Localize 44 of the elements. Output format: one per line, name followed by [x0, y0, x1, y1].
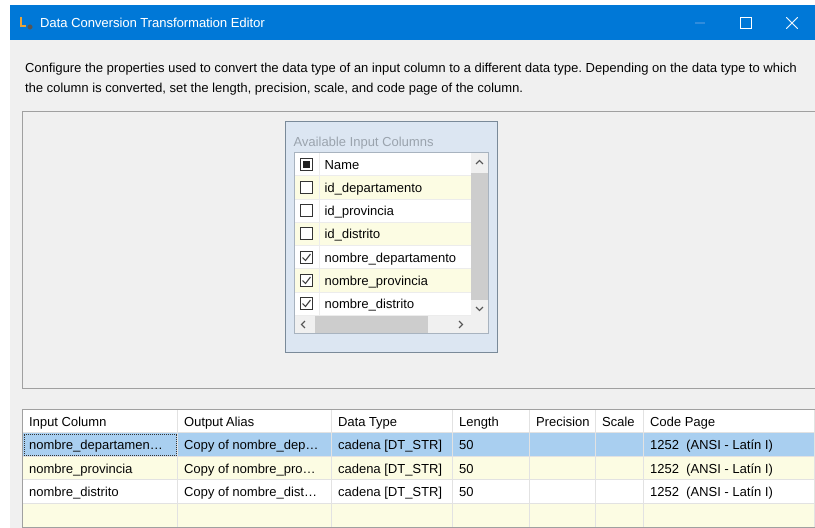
scroll-down-icon[interactable]: [474, 306, 484, 312]
table-cell[interactable]: [596, 433, 644, 456]
window-title: Data Conversion Transformation Editor: [40, 15, 266, 30]
maximize-icon: [740, 16, 752, 28]
table-cell[interactable]: 50: [453, 480, 530, 504]
table-cell[interactable]: nombre_provincia: [23, 456, 178, 480]
table-cell[interactable]: 1252 (ANSI - Latín I): [644, 433, 815, 456]
table-cell[interactable]: [596, 456, 644, 480]
box-title: Available Input Columns: [294, 133, 434, 151]
scroll-right-icon[interactable]: [458, 320, 464, 329]
checkbox[interactable]: [300, 204, 313, 218]
table-cell[interactable]: cadena [DT_STR]: [332, 433, 453, 456]
column-header[interactable]: Name: [320, 156, 360, 172]
checkbox[interactable]: [300, 297, 313, 310]
table-cell[interactable]: Copy of nombre_dist…: [178, 480, 332, 504]
checkbox[interactable]: [300, 227, 313, 240]
scroll-left-icon[interactable]: [300, 320, 306, 329]
table-cell[interactable]: Copy of nombre_dep…: [178, 433, 332, 456]
vertical-scrollbar[interactable]: [470, 153, 488, 316]
table-cell[interactable]: [530, 456, 596, 480]
table-cell[interactable]: nombre_distrito: [23, 480, 178, 504]
table-cell[interactable]: [596, 480, 644, 504]
table-cell[interactable]: nombre_departamen…: [23, 433, 178, 456]
app-icon: [18, 14, 34, 30]
table-cell[interactable]: 1252 (ANSI - Latín I): [644, 480, 815, 504]
checkbox[interactable]: [300, 250, 313, 264]
checkbox[interactable]: [300, 274, 313, 288]
table-cell[interactable]: 1252 (ANSI - Latín I): [644, 456, 815, 480]
table-cell[interactable]: [530, 480, 596, 504]
table-cell[interactable]: [530, 433, 596, 456]
table-cell[interactable]: 50: [453, 456, 530, 480]
checkbox[interactable]: [300, 180, 313, 194]
table-cell[interactable]: 50: [453, 433, 530, 456]
table-cell[interactable]: Copy of nombre_pro…: [178, 456, 332, 480]
checkbox[interactable]: [300, 158, 313, 171]
table-cell[interactable]: cadena [DT_STR]: [332, 480, 453, 504]
scroll-up-icon[interactable]: [474, 159, 484, 165]
column-name[interactable]: id_provincia: [320, 203, 394, 218]
description-text: Configure the properties used to convert the data type of an input column to a different data type. Depending on the data type to which the column is converted, set the length, precision, scale, and code page of the column.: [25, 59, 798, 97]
column-name[interactable]: nombre_departamento: [320, 250, 456, 265]
table-cell[interactable]: cadena [DT_STR]: [332, 456, 453, 480]
close-icon: [786, 16, 798, 28]
horizontal-scrollbar[interactable]: [294, 316, 488, 333]
column-name[interactable]: nombre_distrito: [320, 296, 414, 312]
